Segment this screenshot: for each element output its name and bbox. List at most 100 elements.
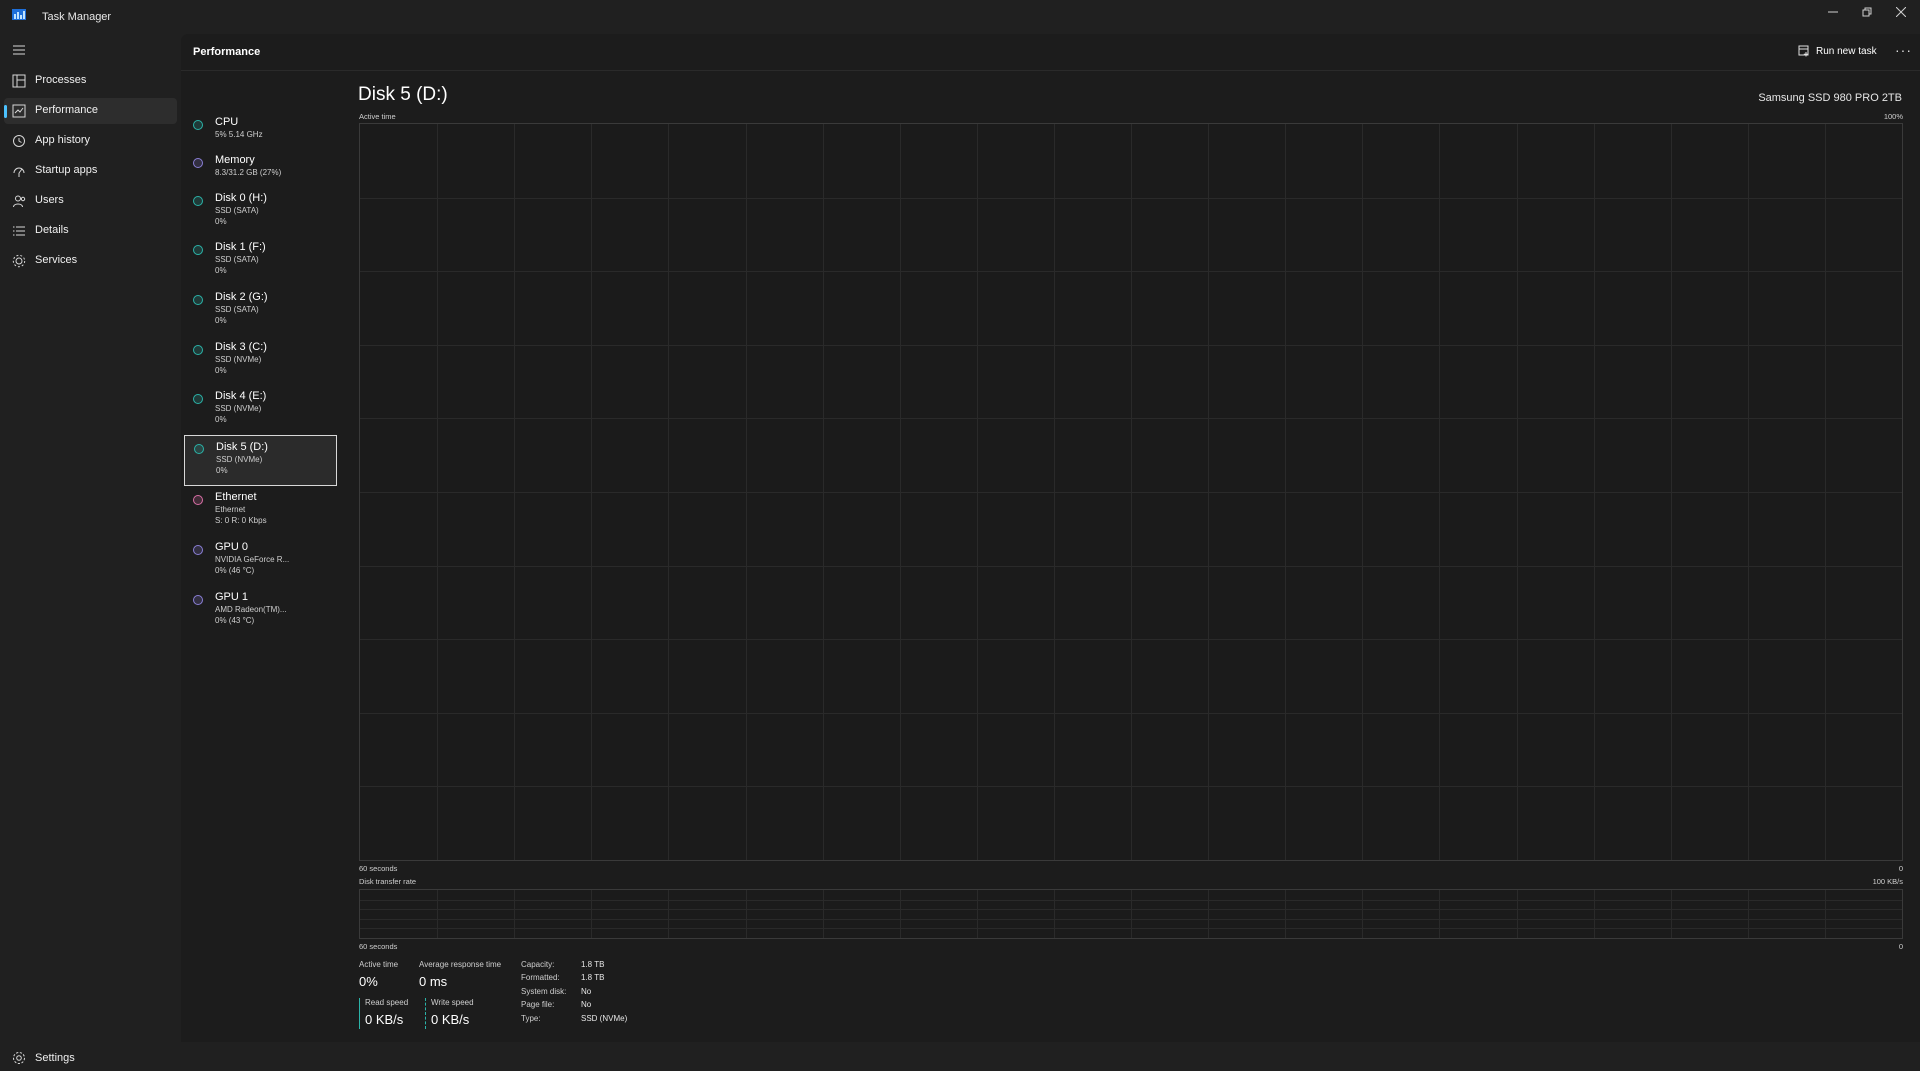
status-dot [193,295,203,305]
device-usage: 0% [215,415,227,424]
read-speed-label: Read speed [365,998,409,1007]
nav-item-settings[interactable]: Settings [4,1045,177,1071]
history-icon [13,135,25,147]
gridline [1516,890,1518,938]
gridline [1824,890,1826,938]
nav-item-performance[interactable]: Performance [4,98,177,124]
device-item-disk-2[interactable]: Disk 2 (G:) SSD (SATA) 0% [184,291,337,340]
formatted-value: 1.8 TB [581,973,605,982]
device-name: Ethernet [215,491,257,503]
minimize-button[interactable] [1815,0,1851,24]
nav-label: Startup apps [35,164,98,176]
nav-item-users[interactable]: Users [4,188,177,214]
transfer-rate-graph [359,889,1903,939]
active-time-label: Active time [359,960,399,969]
nav-item-services[interactable]: Services [4,248,177,274]
avg-response-value: 0 ms [419,974,448,989]
nav-label: Performance [35,104,98,116]
nav-item-app-history[interactable]: App history [4,128,177,154]
device-name: Disk 2 (G:) [215,291,268,303]
gridline [514,890,516,938]
page-title: Performance [193,46,261,58]
gridline [668,890,670,938]
active-time-graph-label: Active time [359,112,396,121]
device-item-disk-5[interactable]: Disk 5 (D:) SSD (NVMe) 0% [184,435,337,486]
gridline [360,712,1902,714]
details-icon [13,226,25,236]
device-title: Disk 5 (D:) [358,84,448,105]
hamburger-menu-icon[interactable] [12,44,26,56]
services-icon [12,254,26,268]
device-name: Disk 1 (F:) [215,241,266,253]
device-item-disk-3[interactable]: Disk 3 (C:) SSD (NVMe) 0% [184,341,337,390]
device-detail: 5% 5.14 GHz [215,130,263,139]
active-time-graph [359,123,1903,861]
selection-indicator [4,105,7,118]
avg-response-label: Average response time [419,960,502,969]
device-usage: 0% [215,366,227,375]
nav-item-startup-apps[interactable]: Startup apps [4,158,177,184]
status-dot [194,444,204,454]
title-bar: Task Manager [0,0,1920,34]
active-time-graph-min: 0 [1898,864,1903,873]
restore-button[interactable] [1849,0,1885,24]
device-type: SSD (SATA) [215,255,259,264]
device-name: GPU 0 [215,541,249,553]
nav-label: Processes [35,74,87,86]
device-usage: 0% (46 °C) [215,566,255,575]
device-item-disk-0[interactable]: Disk 0 (H:) SSD (SATA) 0% [184,192,337,241]
device-type: SSD (NVMe) [215,404,262,413]
gridline [360,344,1902,346]
gridline [360,271,1902,273]
status-dot [193,595,203,605]
device-model: NVIDIA GeForce R... [215,555,290,564]
device-usage: 0% [215,217,227,226]
device-type: SSD (NVMe) [215,355,262,364]
device-name: Memory [215,154,255,166]
gridline [1053,890,1055,938]
gear-icon [13,1052,25,1064]
gridline [360,418,1902,420]
device-usage: 0% [215,266,227,275]
device-name: GPU 1 [215,591,249,603]
write-speed-label: Write speed [431,998,474,1007]
gridline [1131,890,1132,938]
minimize-icon [1828,11,1838,13]
device-model: AMD Radeon(TM)... [215,605,287,614]
run-new-task-button[interactable]: Run new task [1798,45,1877,57]
device-name: CPU [215,116,239,128]
capacity-key: Capacity: [521,960,555,969]
settings-label: Settings [35,1052,75,1064]
transfer-rate-graph-xlabel: 60 seconds [359,942,398,951]
device-usage: 0% (43 °C) [215,616,255,625]
gridline [1593,890,1595,938]
page-file-key: Page file: [521,1000,555,1009]
run-task-icon [1798,45,1809,57]
device-usage: 0% [215,316,227,325]
gridline [1362,890,1364,938]
gridline [360,918,1902,920]
transfer-rate-graph-max: 100 KB/s [1872,877,1903,886]
device-type: Ethernet [215,505,246,514]
device-item-gpu-1[interactable]: GPU 1 AMD Radeon(TM)... 0% (43 °C) [184,591,337,640]
device-type: SSD (NVMe) [216,455,263,464]
device-throughput: S: 0 R: 0 Kbps [215,516,267,525]
more-options-button[interactable]: ··· [1895,42,1912,58]
device-item-gpu-0[interactable]: GPU 0 NVIDIA GeForce R... 0% (46 °C) [184,541,337,590]
gridline [360,899,1902,901]
close-icon [1896,7,1906,17]
nav-item-details[interactable]: Details [4,218,177,244]
read-speed-indicator [359,998,360,1029]
device-item-ethernet[interactable]: Ethernet Ethernet S: 0 R: 0 Kbps [184,491,337,540]
nav-label: Services [35,254,78,266]
close-button[interactable] [1883,0,1919,24]
device-item-disk-1[interactable]: Disk 1 (F:) SSD (SATA) 0% [184,241,337,290]
device-type: SSD (SATA) [215,206,259,215]
gridline [360,197,1902,199]
device-item-disk-4[interactable]: Disk 4 (E:) SSD (NVMe) 0% [184,390,337,439]
gridline [591,890,593,938]
nav-item-processes[interactable]: Processes [4,68,177,94]
gridline [976,890,978,938]
gridline [745,890,747,938]
transfer-rate-graph-min: 0 [1898,942,1903,951]
